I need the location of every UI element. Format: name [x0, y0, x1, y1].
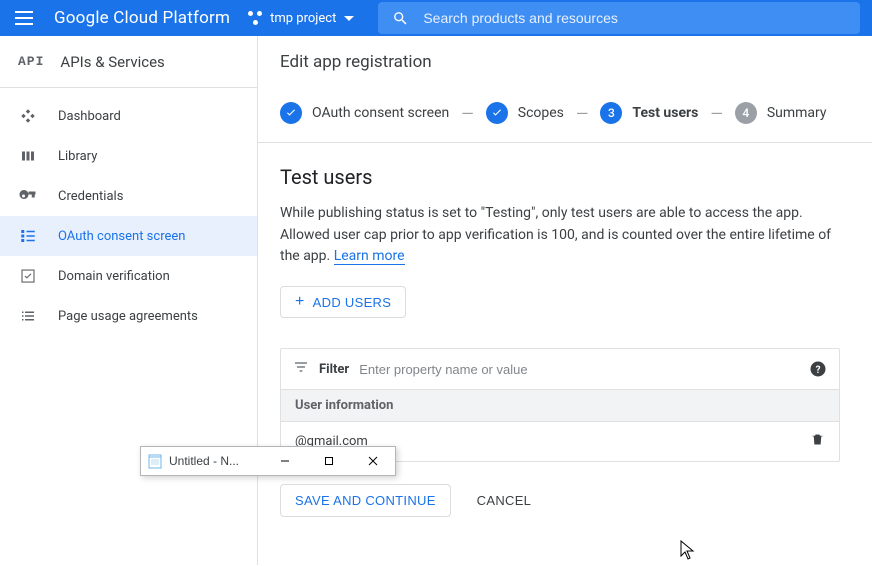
step-check-icon [280, 102, 302, 124]
caret-down-icon [344, 16, 354, 21]
help-icon[interactable]: ? [809, 360, 827, 378]
sidebar: API APIs & Services Dashboard Library Cr… [0, 36, 258, 565]
step-number-badge: 4 [735, 102, 757, 124]
section-description: While publishing status is set to "Testi… [280, 203, 840, 268]
bullets-icon [18, 307, 38, 325]
learn-more-link[interactable]: Learn more [334, 248, 405, 265]
library-icon [18, 147, 38, 165]
page-title: Edit app registration [280, 52, 432, 72]
sidebar-list: Dashboard Library Credentials OAuth cons… [0, 88, 257, 344]
filter-label: Filter [319, 362, 349, 377]
minimize-button[interactable] [263, 447, 307, 475]
step-connector: — [710, 104, 723, 123]
step-summary[interactable]: 4 Summary [735, 102, 827, 124]
sidebar-logo: API [18, 54, 44, 69]
sidebar-item-domain-verification[interactable]: Domain verification [0, 256, 257, 296]
window-buttons [263, 447, 395, 475]
step-connector: — [576, 104, 589, 123]
check-square-icon [18, 267, 38, 285]
search-bar[interactable] [378, 2, 860, 34]
key-icon [18, 187, 38, 205]
plus-icon: + [295, 294, 305, 310]
sidebar-item-oauth-consent[interactable]: OAuth consent screen [0, 216, 257, 256]
filter-row: Filter ? [281, 349, 839, 389]
step-test-users[interactable]: 3 Test users [600, 102, 698, 124]
project-icon [248, 11, 262, 25]
section-title: Test users [280, 165, 850, 189]
sidebar-title: APIs & Services [60, 53, 164, 71]
sidebar-item-label: Domain verification [58, 269, 170, 284]
notepad-window[interactable]: Untitled - N... [140, 446, 396, 476]
sidebar-header: API APIs & Services [0, 36, 257, 88]
step-label: OAuth consent screen [312, 105, 449, 121]
save-and-continue-button[interactable]: SAVE AND CONTINUE [280, 484, 451, 517]
svg-text:?: ? [816, 365, 821, 376]
main: Edit app registration OAuth consent scre… [258, 36, 872, 565]
app-bar: Google Cloud Platform tmp project [0, 0, 872, 36]
search-icon [392, 10, 409, 27]
sidebar-item-label: Library [58, 149, 97, 164]
notepad-icon [147, 453, 163, 469]
sidebar-item-label: Dashboard [58, 109, 121, 124]
filter-input[interactable] [359, 362, 799, 377]
add-users-button[interactable]: + ADD USERS [280, 286, 406, 318]
step-number-badge: 3 [600, 102, 622, 124]
close-button[interactable] [351, 447, 395, 475]
sidebar-item-credentials[interactable]: Credentials [0, 176, 257, 216]
notepad-title: Untitled - N... [169, 454, 263, 468]
step-scopes[interactable]: Scopes [486, 102, 564, 124]
sidebar-item-page-usage[interactable]: Page usage agreements [0, 296, 257, 336]
table-header: User information [281, 389, 839, 422]
maximize-button[interactable] [307, 447, 351, 475]
step-connector: — [461, 104, 474, 123]
stepper: OAuth consent screen — Scopes — 3 Test u… [258, 88, 872, 143]
add-users-label: ADD USERS [313, 295, 392, 310]
sidebar-item-label: Credentials [58, 189, 123, 204]
sidebar-item-label: Page usage agreements [58, 309, 198, 324]
cancel-button[interactable]: CANCEL [477, 493, 532, 508]
step-label: Summary [767, 105, 827, 121]
step-label: Scopes [518, 105, 564, 121]
users-table: Filter ? User information @gmail.com [280, 348, 840, 462]
brand-text: Google Cloud Platform [54, 8, 230, 28]
project-selector[interactable]: tmp project [248, 11, 354, 26]
hamburger-menu-icon[interactable] [12, 6, 36, 30]
sidebar-item-label: OAuth consent screen [58, 229, 185, 244]
content: Test users While publishing status is se… [258, 143, 872, 539]
diamond-icon [18, 107, 38, 125]
sidebar-item-dashboard[interactable]: Dashboard [0, 96, 257, 136]
consent-icon [18, 227, 38, 245]
search-input[interactable] [423, 10, 846, 26]
filter-icon [293, 359, 309, 379]
main-header: Edit app registration [258, 36, 872, 88]
sidebar-item-library[interactable]: Library [0, 136, 257, 176]
delete-user-button[interactable] [810, 432, 825, 451]
step-label: Test users [632, 105, 698, 121]
step-check-icon [486, 102, 508, 124]
form-actions: SAVE AND CONTINUE CANCEL [280, 484, 850, 517]
step-oauth-consent[interactable]: OAuth consent screen [280, 102, 449, 124]
project-name: tmp project [270, 11, 336, 26]
layout: API APIs & Services Dashboard Library Cr… [0, 36, 872, 565]
